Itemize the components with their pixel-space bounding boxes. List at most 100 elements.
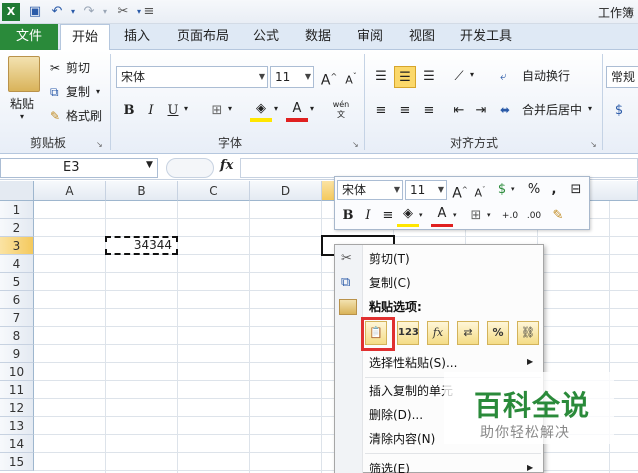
mini-increase-decimal-icon[interactable]: +.0 (499, 205, 521, 227)
mini-font-color-dropdown-icon[interactable]: ▾ (453, 211, 457, 219)
tab-developer[interactable]: 开发工具 (456, 24, 516, 50)
mini-comma-icon[interactable]: , (543, 179, 565, 201)
mini-bold-icon[interactable]: B (337, 205, 359, 227)
orientation-icon[interactable]: ⟋ (448, 66, 470, 88)
fill-color-dropdown-icon[interactable]: ▾ (274, 104, 278, 113)
underline-icon[interactable]: U (162, 100, 184, 122)
menu-item-insert-copied[interactable]: 插入复制的单元 (369, 379, 453, 403)
mini-decrease-decimal-icon[interactable]: .00 (523, 205, 545, 227)
row-header-4[interactable]: 4 (0, 255, 34, 273)
row-header-6[interactable]: 6 (0, 291, 34, 309)
column-header-b[interactable]: B (106, 181, 178, 201)
paste-icon[interactable] (8, 56, 40, 92)
bold-icon[interactable]: B (118, 100, 140, 122)
align-center-icon[interactable]: ≡ (394, 100, 416, 122)
shrink-font-icon[interactable]: Aˇ (340, 66, 362, 88)
insert-function-icon[interactable]: fx (220, 158, 233, 173)
row-header-2[interactable]: 2 (0, 219, 34, 237)
mini-merge-icon[interactable]: ⊟ (565, 179, 587, 201)
mini-italic-icon[interactable]: I (357, 205, 379, 227)
accounting-format-icon[interactable]: $ (608, 100, 630, 122)
paste-option-formatting[interactable]: % (487, 321, 509, 345)
increase-indent-icon[interactable]: ⇥ (470, 100, 492, 122)
copy-dropdown-icon[interactable]: ▾ (96, 82, 100, 102)
format-painter-button[interactable]: 格式刷 (66, 106, 102, 126)
paste-button[interactable]: 粘贴 (10, 94, 34, 114)
mini-format-painter-icon[interactable]: ✎ (547, 205, 569, 227)
align-right-icon[interactable]: ≡ (418, 100, 440, 122)
phonetic-guide-icon[interactable]: wén 文 (326, 100, 356, 120)
row-header-13[interactable]: 13 (0, 417, 34, 435)
name-box-dropdown-icon[interactable]: ▼ (146, 160, 153, 170)
save-icon[interactable]: ▣ (26, 3, 44, 21)
align-left-icon[interactable]: ≡ (370, 100, 392, 122)
grow-font-icon[interactable]: A^ (318, 66, 340, 89)
menu-item-filter[interactable]: 筛选(E) (369, 457, 410, 473)
mini-percent-icon[interactable]: % (523, 179, 545, 201)
alignment-launcher-icon[interactable]: ↘ (590, 140, 597, 149)
tab-data[interactable]: 数据 (298, 24, 338, 50)
paste-option-values[interactable]: 123 (397, 321, 419, 345)
column-header-a[interactable]: A (34, 181, 106, 201)
tab-formulas[interactable]: 公式 (246, 24, 286, 50)
copy-button[interactable]: 复制 (66, 82, 90, 102)
mini-currency-dropdown-icon[interactable]: ▾ (511, 185, 515, 193)
row-header-11[interactable]: 11 (0, 381, 34, 399)
cut-button[interactable]: 剪切 (66, 58, 90, 78)
row-header-7[interactable]: 7 (0, 309, 34, 327)
fill-color-icon[interactable]: ◈ (250, 100, 272, 122)
cell-b3[interactable]: 34344 (105, 236, 178, 255)
number-format-combo[interactable]: 常规 (606, 66, 638, 88)
tab-page-layout[interactable]: 页面布局 (170, 24, 236, 50)
customize-quick-access-icon[interactable]: ≡ (140, 3, 158, 21)
mini-borders-icon[interactable]: ⊞ (465, 205, 487, 227)
mini-currency-icon[interactable]: $ (491, 179, 513, 201)
mini-shrink-font-icon[interactable]: Aˇ (469, 179, 491, 201)
tab-review[interactable]: 审阅 (350, 24, 390, 50)
mini-grow-font-icon[interactable]: A^ (449, 179, 471, 202)
merge-center-button[interactable]: 合并后居中 (522, 100, 582, 120)
column-header-c[interactable]: C (178, 181, 250, 201)
menu-item-cut[interactable]: 剪切(T) (369, 247, 410, 271)
row-header-10[interactable]: 10 (0, 363, 34, 381)
tab-insert[interactable]: 插入 (116, 24, 158, 50)
select-all-corner[interactable] (0, 181, 34, 201)
paste-option-link[interactable]: ⛓ (517, 321, 539, 345)
row-header-5[interactable]: 5 (0, 273, 34, 291)
mini-center-icon[interactable]: ≡ (377, 205, 399, 227)
font-color-dropdown-icon[interactable]: ▾ (310, 104, 314, 113)
row-header-1[interactable]: 1 (0, 201, 34, 219)
paste-option-formulas[interactable]: fx (427, 321, 449, 345)
mini-font-color-icon[interactable]: A (431, 205, 453, 227)
orientation-dropdown-icon[interactable]: ▾ (470, 70, 474, 79)
align-middle-icon[interactable]: ☰ (394, 66, 416, 88)
column-header-d[interactable]: D (250, 181, 322, 201)
borders-dropdown-icon[interactable]: ▾ (228, 104, 232, 113)
borders-icon[interactable]: ⊞ (206, 100, 228, 122)
clipboard-launcher-icon[interactable]: ↘ (96, 140, 103, 149)
formula-input[interactable] (240, 158, 638, 178)
align-top-icon[interactable]: ☰ (370, 66, 392, 88)
row-header-15[interactable]: 15 (0, 453, 34, 471)
paste-dropdown-icon[interactable]: ▾ (20, 112, 24, 121)
font-launcher-icon[interactable]: ↘ (352, 140, 359, 149)
row-header-12[interactable]: 12 (0, 399, 34, 417)
row-header-14[interactable]: 14 (0, 435, 34, 453)
redo-dropdown-icon[interactable]: ▾ (96, 3, 114, 21)
mini-borders-dropdown-icon[interactable]: ▾ (487, 211, 491, 219)
underline-dropdown-icon[interactable]: ▾ (184, 104, 188, 113)
formula-expand-handle[interactable] (166, 158, 214, 178)
font-size-combo[interactable]: 11 ▼ (270, 66, 314, 88)
tab-view[interactable]: 视图 (402, 24, 442, 50)
font-color-icon[interactable]: A (286, 100, 308, 122)
name-box[interactable]: E3 (0, 158, 158, 178)
menu-item-clear[interactable]: 清除内容(N) (369, 427, 435, 451)
mini-font-size[interactable]: 11 ▼ (405, 180, 447, 200)
mini-fill-dropdown-icon[interactable]: ▾ (419, 211, 423, 219)
mini-font-name[interactable]: 宋体 ▼ (337, 180, 403, 200)
wrap-text-button[interactable]: 自动换行 (522, 66, 570, 86)
tab-home[interactable]: 开始 (60, 24, 110, 51)
italic-icon[interactable]: I (140, 100, 162, 122)
row-header-9[interactable]: 9 (0, 345, 34, 363)
paste-option-transpose[interactable]: ⇄ (457, 321, 479, 345)
